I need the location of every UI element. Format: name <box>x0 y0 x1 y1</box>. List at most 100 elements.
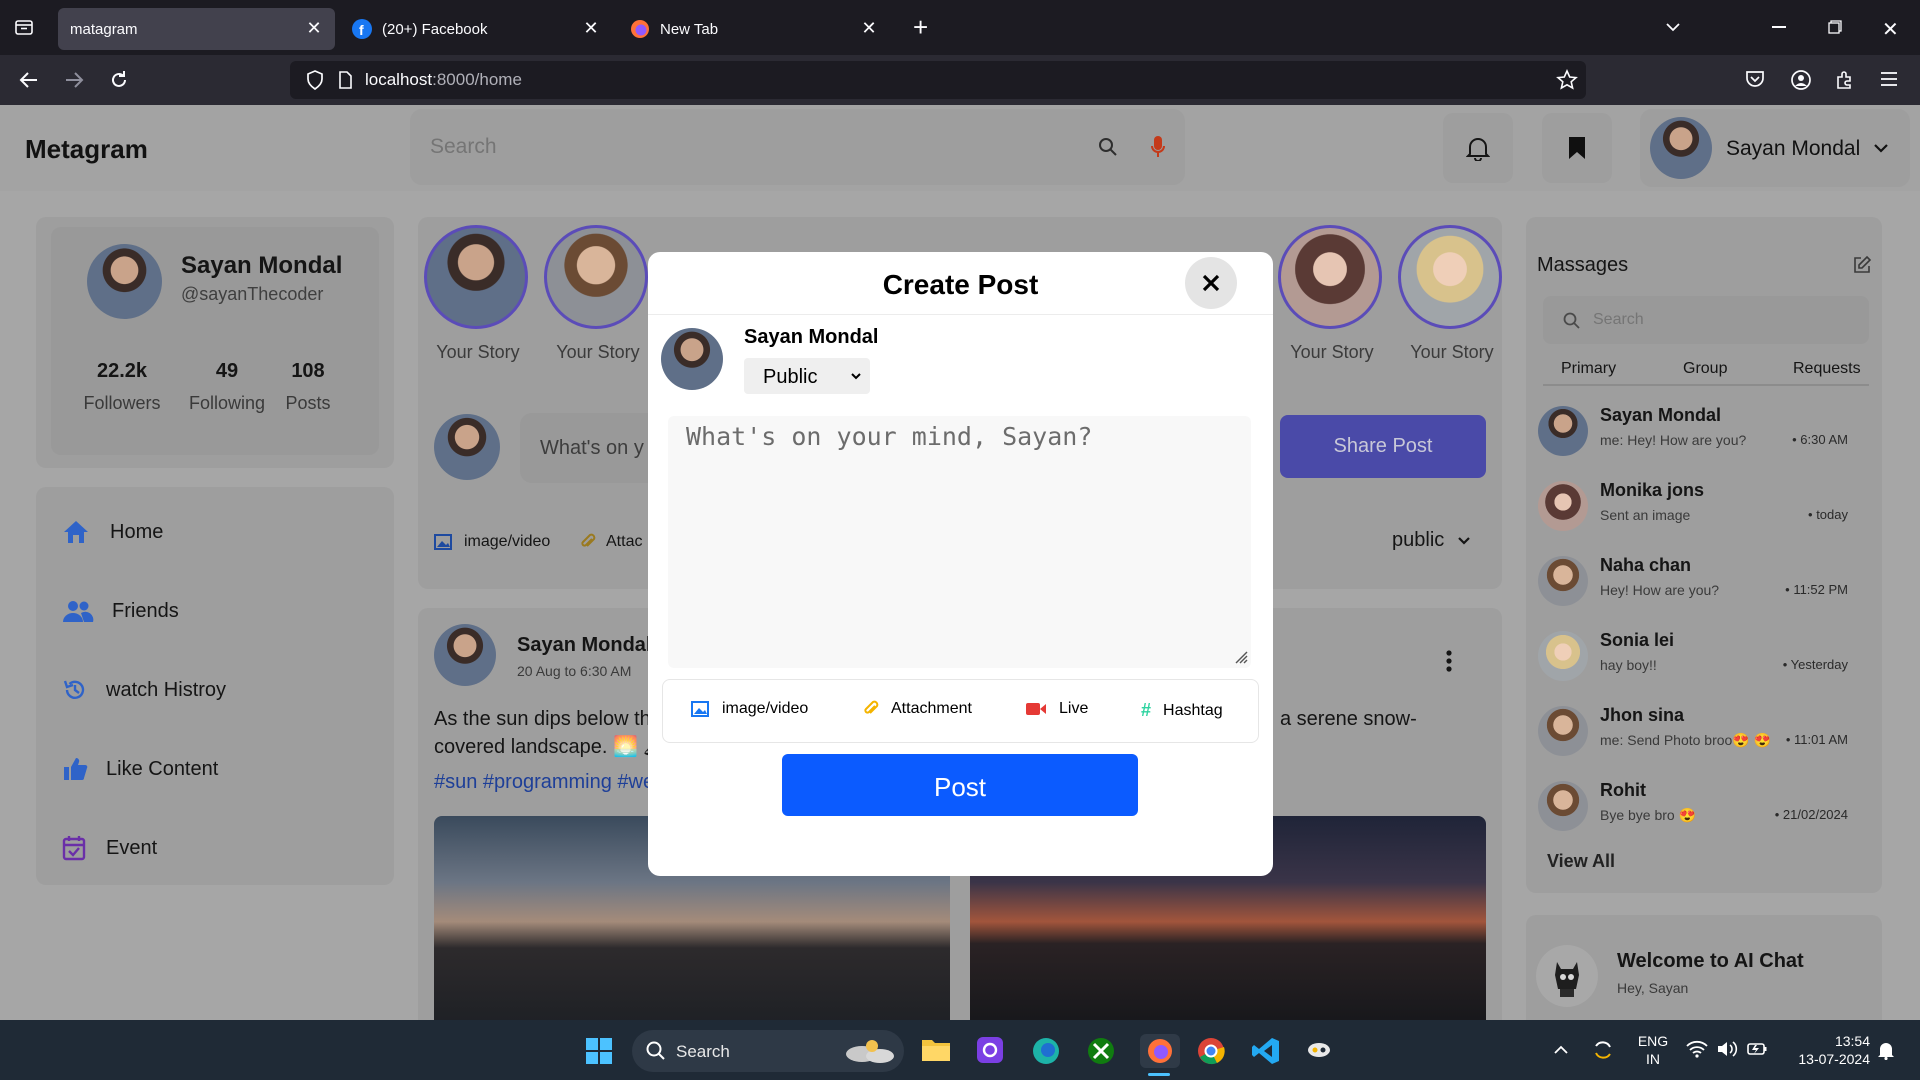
post-author[interactable]: Sayan Mondal <box>517 634 651 657</box>
tool-image-video[interactable]: image/video <box>691 700 808 718</box>
search-input[interactable] <box>430 129 1030 165</box>
calendar-icon <box>62 835 98 861</box>
app-purple-icon[interactable] <box>976 1036 1004 1064</box>
story-item[interactable]: Your Story <box>424 225 532 363</box>
post-textarea[interactable]: What's on your mind, Sayan? <box>668 416 1251 668</box>
message-item[interactable]: Monika jons Sent an image • today <box>1538 475 1870 537</box>
search-icon[interactable] <box>1098 137 1118 157</box>
more-options-icon[interactable] <box>1446 650 1452 672</box>
close-icon[interactable]: ✕ <box>582 19 600 37</box>
sidebar-item-home[interactable]: Home <box>56 507 376 557</box>
sidebar-item-friends[interactable]: Friends <box>56 586 376 636</box>
story-item[interactable]: Your Story <box>544 225 652 363</box>
sync-icon[interactable] <box>1591 1038 1615 1062</box>
message-item[interactable]: Naha chan Hey! How are you? • 11:52 PM <box>1538 550 1870 612</box>
messages-search[interactable] <box>1543 296 1869 344</box>
firefox-taskbar-icon[interactable] <box>1140 1034 1180 1068</box>
message-item[interactable]: Sayan Mondal me: Hey! How are you? • 6:30 … <box>1538 400 1870 462</box>
sidebar-item-event[interactable]: Event <box>56 823 376 873</box>
visibility-select[interactable]: Public <box>744 358 870 394</box>
address-bar[interactable]: localhost:8000/home <box>290 61 1586 99</box>
chevron-down-icon[interactable] <box>1872 139 1890 157</box>
forward-icon[interactable] <box>63 69 85 91</box>
tab-new-tab[interactable]: New Tab ✕ <box>618 8 890 50</box>
chrome-icon[interactable] <box>1196 1036 1226 1066</box>
visibility-dropdown[interactable]: public <box>1392 529 1472 552</box>
language-indicator[interactable]: ENG IN <box>1633 1032 1673 1068</box>
avatar[interactable] <box>434 624 496 686</box>
tab-facebook[interactable]: f (20+) Facebook ✕ <box>340 8 612 50</box>
tab-primary[interactable]: Primary <box>1561 360 1616 378</box>
metagram-page: Metagram Sayan Mondal Sayan Mondal @saya… <box>0 105 1920 1020</box>
share-post-button[interactable]: Share Post <box>1280 415 1486 478</box>
wifi-icon[interactable] <box>1686 1040 1708 1058</box>
sidebar-item-like-content[interactable]: Like Content <box>56 744 376 794</box>
close-icon[interactable]: ✕ <box>860 19 878 37</box>
close-button[interactable] <box>1185 257 1237 309</box>
edge-icon[interactable] <box>1031 1036 1061 1066</box>
tool-hashtag[interactable]: # Hashtag <box>1141 700 1223 721</box>
stat-followers[interactable]: 22.2k Followers <box>77 360 167 414</box>
minimize-icon[interactable] <box>1772 26 1786 28</box>
tab-group[interactable]: Group <box>1683 360 1727 378</box>
composer-media-button[interactable]: image/video <box>434 533 550 551</box>
xbox-icon[interactable] <box>1086 1036 1116 1066</box>
file-explorer-icon[interactable] <box>921 1037 951 1063</box>
windows-start-icon[interactable] <box>585 1037 613 1065</box>
post-submit-button[interactable]: Post <box>782 754 1138 816</box>
view-all-link[interactable]: View All <box>1547 851 1615 872</box>
new-tab-button[interactable]: + <box>913 14 928 40</box>
message-item[interactable]: Jhon sina me: Send Photo broo😍 😍 • 11:01 A… <box>1538 700 1870 762</box>
taskbar-search[interactable]: Search <box>632 1030 904 1072</box>
battery-icon[interactable] <box>1746 1040 1768 1058</box>
tool-label: Live <box>1059 700 1089 717</box>
bookmark-star-icon[interactable] <box>1556 69 1578 91</box>
app-misc-icon[interactable] <box>1306 1040 1332 1060</box>
close-icon[interactable]: ✕ <box>305 19 323 37</box>
edit-icon[interactable] <box>1852 255 1872 275</box>
list-all-tabs-icon[interactable] <box>1664 18 1682 36</box>
tool-attachment[interactable]: Attachment <box>863 700 972 718</box>
tool-label: Hashtag <box>1163 701 1223 719</box>
stat-following[interactable]: 49 Following <box>182 360 272 414</box>
header-search[interactable] <box>410 109 1185 185</box>
post-textarea-placeholder: What's on your mind, Sayan? <box>686 422 1093 451</box>
tool-live[interactable]: Live <box>1025 700 1088 718</box>
stat-value: 108 <box>291 360 325 382</box>
messages-search-input[interactable] <box>1593 308 1843 332</box>
shield-icon[interactable] <box>306 70 324 90</box>
message-item[interactable]: Rohit Bye bye bro 😍 • 21/02/2024 <box>1538 775 1870 837</box>
ai-chat-card[interactable]: Welcome to AI Chat Hey, Sayan <box>1526 915 1882 1020</box>
story-item[interactable]: Your Story <box>1278 225 1386 363</box>
sidebar-item-history[interactable]: watch Histroy <box>56 665 376 715</box>
restore-icon[interactable] <box>1828 20 1842 34</box>
notifications-button[interactable] <box>1443 113 1513 183</box>
extensions-icon[interactable] <box>1834 69 1856 91</box>
resize-handle-icon[interactable] <box>1234 650 1248 664</box>
notification-bell-icon[interactable] <box>1877 1040 1895 1060</box>
stat-posts[interactable]: 108 Posts <box>273 360 343 414</box>
tab-label: New Tab <box>660 20 719 38</box>
microphone-icon[interactable] <box>1150 135 1166 159</box>
volume-icon[interactable] <box>1716 1040 1738 1058</box>
post-hashtags[interactable]: #sun #programming #we <box>434 771 654 794</box>
pocket-icon[interactable] <box>1745 69 1765 89</box>
account-icon[interactable] <box>1790 69 1812 91</box>
avatar[interactable] <box>87 244 162 319</box>
tab-requests[interactable]: Requests <box>1793 360 1861 378</box>
composer-attach-button[interactable]: Attac <box>580 533 642 551</box>
vscode-icon[interactable] <box>1251 1036 1281 1066</box>
chevron-up-icon[interactable] <box>1553 1042 1569 1058</box>
brand-logo[interactable]: Metagram <box>25 134 148 165</box>
reload-icon[interactable] <box>108 69 130 91</box>
clock[interactable]: 13:54 13-07-2024 <box>1770 1032 1870 1068</box>
message-item[interactable]: Sonia lei hay boy!! • Yesterday <box>1538 625 1870 687</box>
tab-metagram[interactable]: matagram ✕ <box>58 8 335 50</box>
tab-list-icon[interactable] <box>14 17 34 37</box>
story-item[interactable]: Your Story <box>1398 225 1506 363</box>
back-icon[interactable] <box>18 69 40 91</box>
menu-icon[interactable] <box>1880 71 1898 87</box>
window-close-icon[interactable]: ✕ <box>1882 17 1899 42</box>
user-menu[interactable]: Sayan Mondal <box>1640 109 1910 187</box>
saved-button[interactable] <box>1542 113 1612 183</box>
